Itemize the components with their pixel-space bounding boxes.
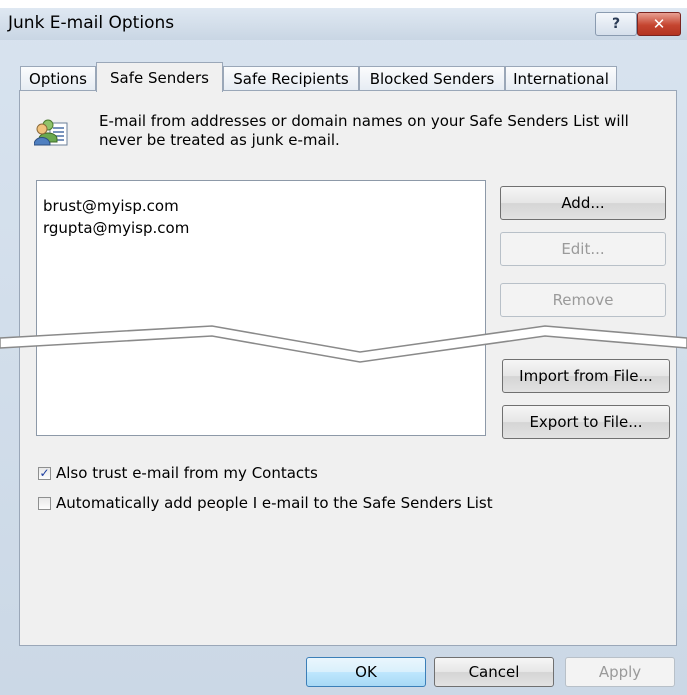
safe-senders-panel: E-mail from addresses or domain names on… bbox=[19, 90, 677, 646]
auto-add-checkbox[interactable] bbox=[38, 496, 51, 510]
tab-safe-senders[interactable]: Safe Senders bbox=[96, 62, 223, 92]
trust-contacts-label[interactable]: Also trust e-mail from my Contacts bbox=[56, 464, 318, 482]
edit-button[interactable]: Edit... bbox=[500, 232, 666, 266]
tab-options[interactable]: Options bbox=[20, 66, 96, 90]
safe-senders-list[interactable]: brust@myisp.com rgupta@myisp.com bbox=[36, 180, 486, 436]
tab-safe-recipients[interactable]: Safe Recipients bbox=[223, 66, 359, 90]
apply-button[interactable]: Apply bbox=[565, 657, 675, 687]
trust-contacts-row[interactable]: ✓ Also trust e-mail from my Contacts bbox=[38, 463, 318, 483]
list-item[interactable]: rgupta@myisp.com bbox=[43, 219, 189, 237]
info-text: E-mail from addresses or domain names on… bbox=[99, 112, 629, 149]
remove-button[interactable]: Remove bbox=[500, 283, 666, 317]
export-to-file-button[interactable]: Export to File... bbox=[502, 405, 670, 439]
contacts-icon bbox=[34, 119, 68, 146]
help-icon: ? bbox=[611, 16, 621, 32]
list-item[interactable]: brust@myisp.com bbox=[43, 197, 179, 215]
help-button[interactable]: ? bbox=[595, 12, 637, 36]
close-button[interactable]: ✕ bbox=[637, 12, 681, 36]
add-button[interactable]: Add... bbox=[500, 186, 666, 220]
close-icon: ✕ bbox=[652, 15, 666, 33]
cancel-button[interactable]: Cancel bbox=[434, 657, 554, 687]
auto-add-row[interactable]: Automatically add people I e-mail to the… bbox=[38, 493, 493, 513]
trust-contacts-checkbox[interactable]: ✓ bbox=[38, 466, 51, 480]
tab-international[interactable]: International bbox=[505, 66, 617, 90]
auto-add-label[interactable]: Automatically add people I e-mail to the… bbox=[56, 494, 493, 512]
ok-button[interactable]: OK bbox=[306, 657, 426, 687]
title-bar[interactable]: Junk E-mail Options ? ✕ bbox=[0, 8, 687, 40]
screenshot-break-divider bbox=[0, 325, 687, 363]
window-title: Junk E-mail Options bbox=[8, 13, 175, 33]
tab-blocked-senders[interactable]: Blocked Senders bbox=[359, 66, 505, 90]
